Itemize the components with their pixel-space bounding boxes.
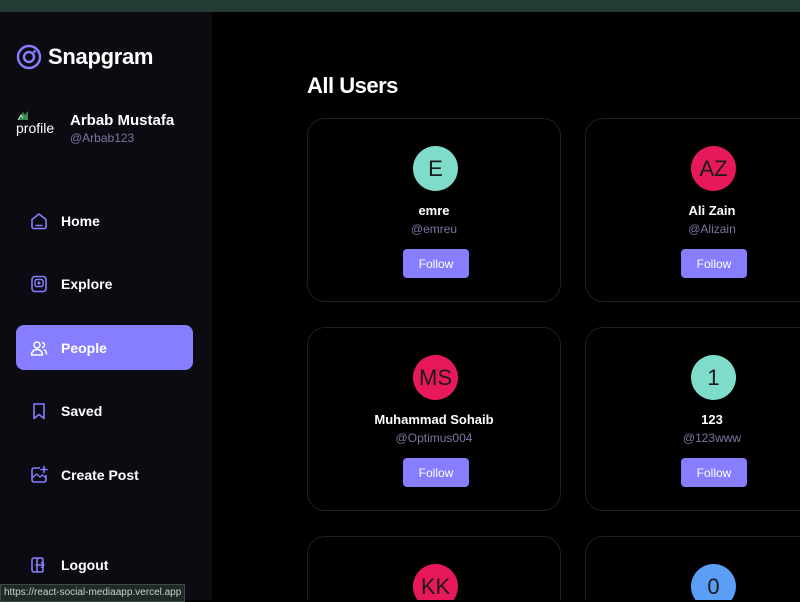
people-icon	[28, 337, 50, 359]
user-card[interactable]: AZ Ali Zain @Alizain Follow	[585, 118, 800, 302]
sidebar-item-saved[interactable]: Saved	[16, 389, 193, 434]
explore-icon	[28, 273, 50, 295]
profile-image-alt-text: profile	[16, 120, 55, 136]
user-name: Muhammad Sohaib	[374, 412, 494, 427]
profile-avatar: profile	[16, 108, 60, 152]
profile-name: Arbab Mustafa	[70, 112, 175, 129]
sidebar-item-explore[interactable]: Explore	[16, 262, 193, 307]
user-handle: @Optimus004	[395, 431, 473, 445]
user-avatar: E	[413, 146, 458, 191]
page-title: All Users	[307, 72, 398, 98]
user-card[interactable]: E emre @emreu Follow	[307, 118, 561, 302]
follow-button[interactable]: Follow	[403, 458, 469, 487]
home-icon	[28, 210, 50, 232]
user-avatar: AZ	[691, 146, 736, 191]
logout-button[interactable]: Logout	[16, 542, 205, 587]
user-card[interactable]: 0	[585, 536, 800, 600]
user-handle: @emreu	[410, 222, 458, 236]
user-card[interactable]: 1 123 @123www Follow	[585, 327, 800, 511]
browser-top-strip	[0, 0, 800, 12]
user-name: Ali Zain	[688, 203, 736, 218]
user-card[interactable]: MS Muhammad Sohaib @Optimus004 Follow	[307, 327, 561, 511]
saved-icon	[28, 400, 50, 422]
user-card[interactable]: KK	[307, 536, 561, 600]
user-handle: @123www	[682, 431, 742, 445]
user-name: 123	[701, 412, 723, 427]
sidebar-item-label: Saved	[61, 403, 103, 419]
user-avatar: KK	[413, 564, 458, 600]
profile-handle: @Arbab123	[70, 131, 135, 145]
user-name: emre	[418, 203, 450, 218]
follow-button[interactable]: Follow	[681, 249, 747, 278]
logout-label: Logout	[61, 556, 109, 573]
user-handle: @Alizain	[688, 222, 736, 236]
user-avatar: 1	[691, 355, 736, 400]
app-name: Snapgram	[48, 44, 154, 69]
follow-button[interactable]: Follow	[681, 458, 747, 487]
sidebar-item-create-post[interactable]: Create Post	[16, 452, 193, 497]
profile-link[interactable]: profile Arbab Mustafa @Arbab123	[16, 108, 174, 152]
sidebar-item-label: Create Post	[61, 466, 139, 483]
sidebar-item-label: Home	[61, 212, 100, 229]
logout-icon	[28, 554, 50, 576]
create-post-icon	[28, 464, 50, 486]
user-avatar: MS	[413, 355, 458, 400]
sidebar-nav: Home Explore People Saved Create Post	[16, 198, 193, 516]
left-sidebar: Snapgram profile Arbab Mustafa @Arbab123…	[0, 12, 212, 600]
status-bar-url: https://react-social-mediaapp.vercel.app	[0, 584, 186, 602]
snapgram-logo-icon	[16, 44, 42, 70]
sidebar-item-label: People	[61, 339, 107, 356]
user-avatar: 0	[691, 564, 736, 600]
sidebar-item-people[interactable]: People	[16, 325, 193, 370]
sidebar-item-label: Explore	[61, 276, 113, 292]
follow-button[interactable]: Follow	[403, 249, 469, 278]
app-logo[interactable]: Snapgram	[16, 44, 153, 70]
sidebar-item-home[interactable]: Home	[16, 198, 193, 243]
